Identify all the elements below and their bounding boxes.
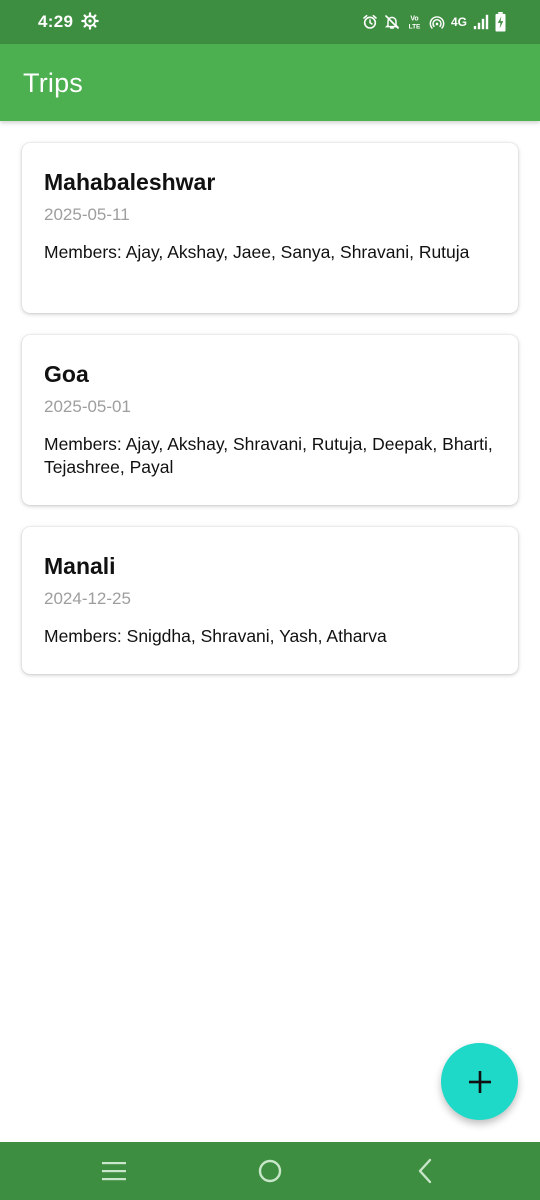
svg-text:Vo: Vo: [410, 15, 418, 22]
network-type: 4G: [450, 15, 467, 29]
home-icon: [258, 1159, 282, 1183]
plus-icon: [468, 1070, 491, 1093]
app-bar: Trips: [0, 44, 540, 121]
settings-icon: [81, 12, 99, 30]
trip-members: Members: Ajay, Akshay, Jaee, Sanya, Shra…: [44, 242, 470, 262]
back-icon: [418, 1158, 432, 1184]
navigation-bar: [0, 1142, 540, 1200]
trip-card[interactable]: Mahabaleshwar 2025-05-11 Members: Ajay, …: [22, 143, 518, 313]
trip-members: Members: Snigdha, Shravani, Yash, Atharv…: [44, 626, 387, 646]
trip-date: 2025-05-11: [44, 205, 130, 224]
recent-apps-button[interactable]: [99, 1156, 129, 1186]
home-button[interactable]: [255, 1156, 285, 1186]
trip-name: Manali: [44, 553, 116, 579]
trip-date: 2025-05-01: [44, 397, 131, 416]
trip-card[interactable]: Manali 2024-12-25 Members: Snigdha, Shra…: [22, 527, 518, 674]
recent-apps-icon: [102, 1162, 126, 1181]
trip-name: Mahabaleshwar: [44, 169, 216, 195]
status-icons: Vo LTE 4G: [362, 11, 506, 33]
volte-icon: Vo LTE: [409, 15, 421, 31]
signal-icon: [473, 14, 489, 30]
svg-text:LTE: LTE: [409, 24, 421, 31]
trip-name: Goa: [44, 361, 89, 387]
back-button[interactable]: [410, 1156, 440, 1186]
trip-list: Mahabaleshwar 2025-05-11 Members: Ajay, …: [22, 143, 518, 696]
status-bar: 4:29 Vo LTE 4G: [0, 0, 540, 44]
page-title: Trips: [23, 68, 83, 98]
trip-date: 2024-12-25: [44, 589, 131, 608]
hotspot-icon: [429, 16, 445, 29]
add-trip-button[interactable]: [441, 1043, 518, 1120]
trip-members: Members: Ajay, Akshay, Shravani, Rutuja,…: [44, 434, 493, 477]
battery-charging-icon: [495, 12, 506, 32]
trip-card[interactable]: Goa 2025-05-01 Members: Ajay, Akshay, Sh…: [22, 335, 518, 505]
notifications-off-icon: [384, 15, 400, 29]
alarm-icon: [363, 14, 377, 29]
status-time: 4:29: [38, 12, 74, 31]
